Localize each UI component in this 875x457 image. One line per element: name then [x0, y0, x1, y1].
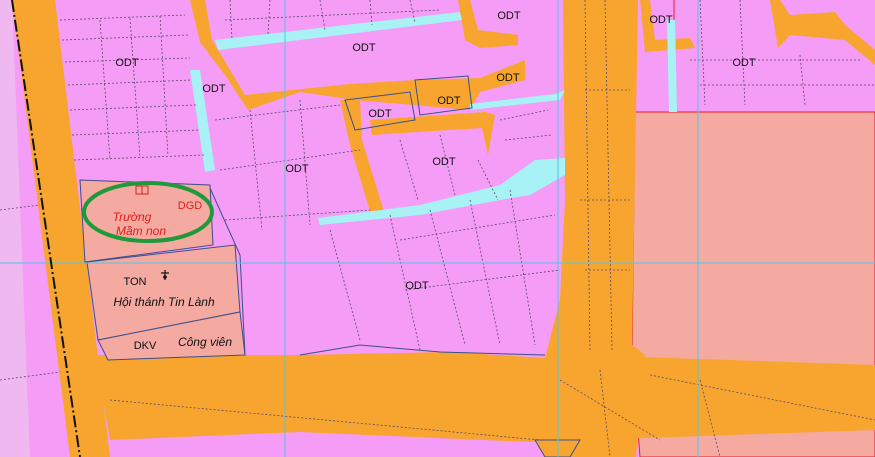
label-dkv: DKV — [134, 340, 157, 352]
label-church: Hội thánh Tin Lành — [113, 295, 215, 309]
label-dgd: DGD — [178, 200, 203, 212]
label-odt-4: ODT — [497, 10, 521, 22]
label-odt-8: ODT — [432, 156, 456, 168]
label-odt-9: ODT — [285, 163, 309, 175]
label-odt-7: ODT — [368, 108, 392, 120]
label-odt-3: ODT — [352, 42, 376, 54]
label-odt-10: ODT — [405, 280, 429, 292]
label-odt-6: ODT — [437, 95, 461, 107]
road-horizontal-main — [95, 352, 875, 442]
label-school-line2: Mầm non — [116, 224, 166, 238]
label-odt-11: ODT — [649, 14, 673, 26]
label-ton: TON — [123, 276, 146, 288]
label-odt-1: ODT — [115, 57, 139, 69]
label-odt-12: ODT — [732, 57, 756, 69]
map-canvas: ODT ODT ODT ODT ODT ODT ODT ODT ODT ODT … — [0, 0, 875, 457]
land-use-map[interactable]: ODT ODT ODT ODT ODT ODT ODT ODT ODT ODT … — [0, 0, 875, 457]
label-odt-5: ODT — [496, 72, 520, 84]
label-park: Công viên — [178, 335, 232, 349]
label-school-line1: Trường — [113, 210, 152, 224]
label-odt-2: ODT — [202, 83, 226, 95]
